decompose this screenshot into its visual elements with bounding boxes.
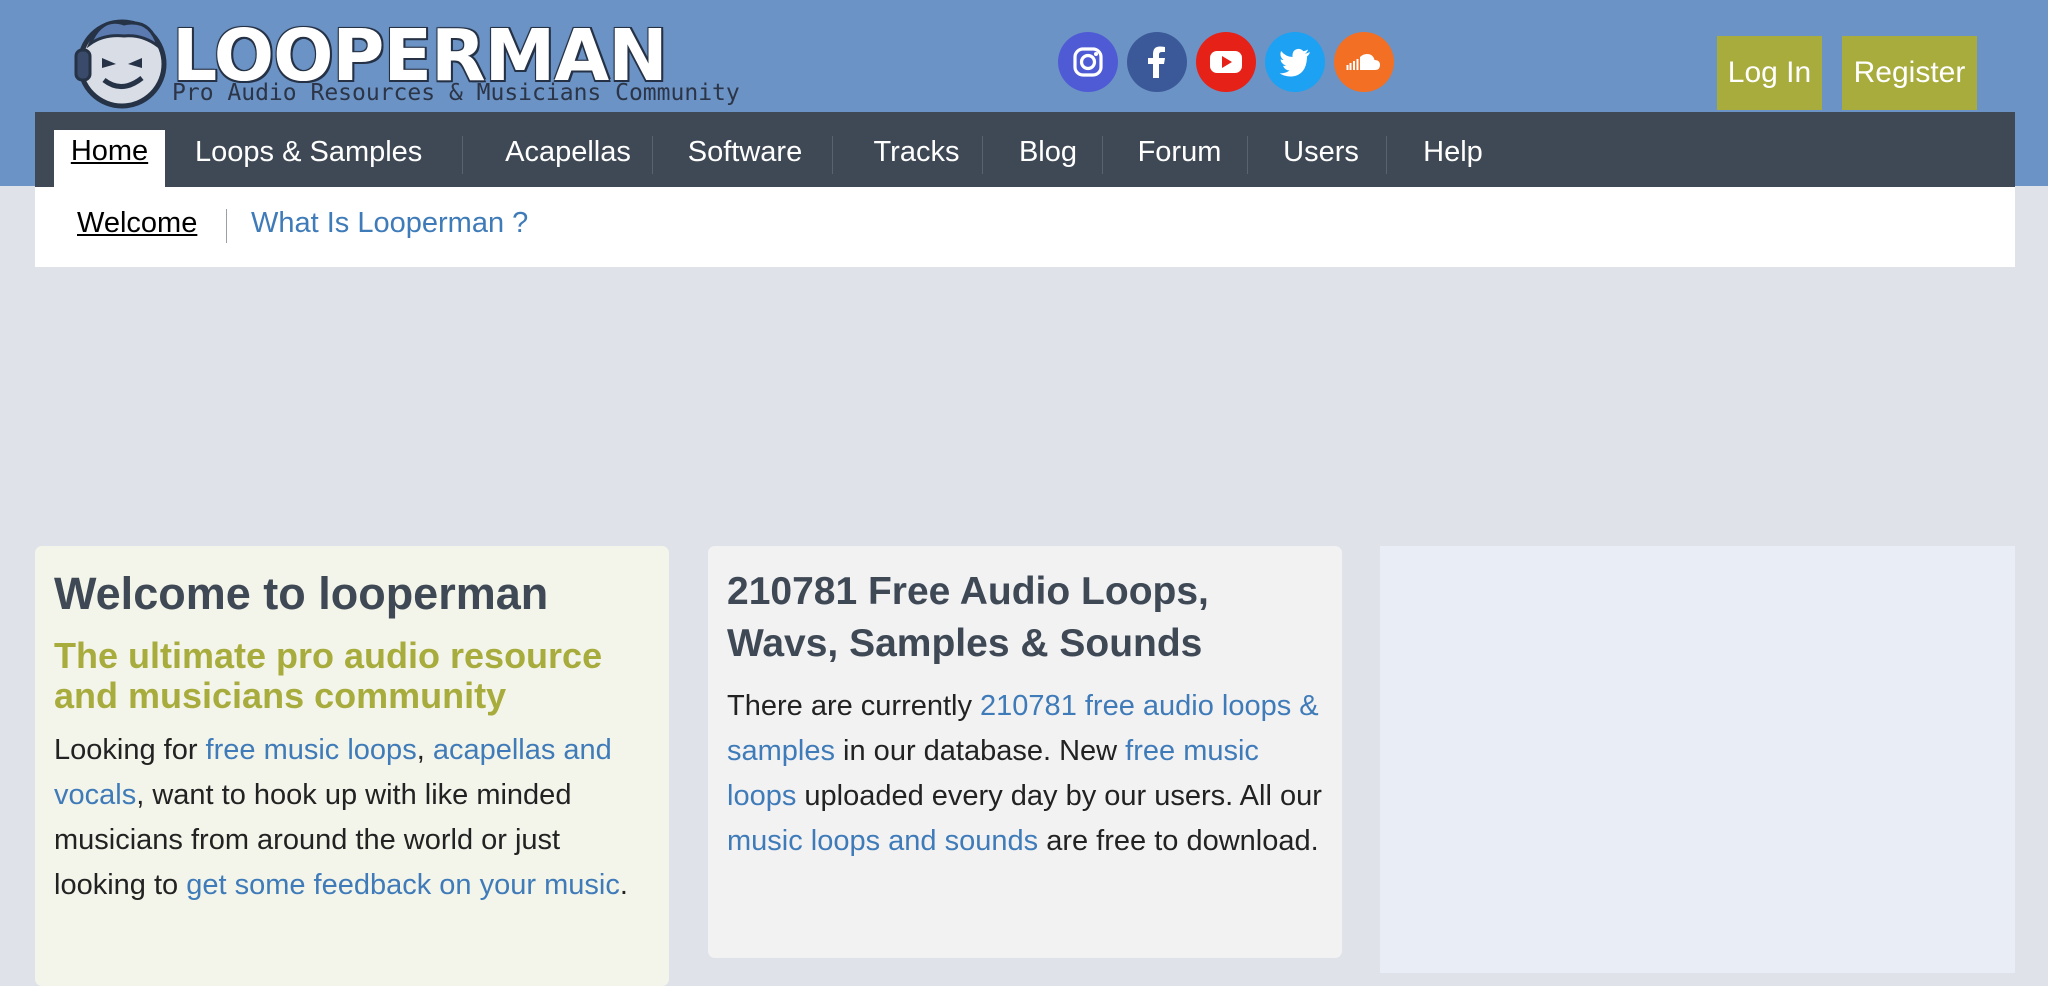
nav-item-software[interactable]: Software [672,112,818,187]
subnav-what-is-looperman[interactable]: What Is Looperman ? [251,207,528,240]
nav-item-tracks[interactable]: Tracks [854,112,979,187]
login-button[interactable]: Log In [1717,36,1822,110]
nav-item-blog[interactable]: Blog [1000,112,1096,187]
social-links [1058,32,1394,92]
register-button[interactable]: Register [1842,36,1977,110]
site-logo[interactable]: LOOPERMAN Pro Audio Resources & Musician… [72,14,752,110]
nav-divider [832,136,833,174]
youtube-icon[interactable] [1196,32,1256,92]
welcome-text-part: Looking for [54,734,206,766]
loops-card-text: There are currently 210781 free audio lo… [727,684,1323,864]
twitter-icon[interactable] [1265,32,1325,92]
loops-text-part: in our database. New [835,735,1126,767]
nav-divider [1247,136,1248,174]
site-header: LOOPERMAN Pro Audio Resources & Musician… [0,0,2048,112]
nav-divider [462,136,463,174]
nav-item-home[interactable]: Home [54,130,165,187]
loops-text-part: uploaded every day by our users. All our [796,780,1322,812]
welcome-title: Welcome to looperman [54,568,549,619]
welcome-card: Welcome to looperman The ultimate pro au… [35,546,669,986]
sub-nav: Welcome What Is Looperman ? [35,187,2015,267]
nav-item-help[interactable]: Help [1405,112,1501,187]
facebook-icon[interactable] [1127,32,1187,92]
main-nav: Home Loops & Samples Acapellas Software … [35,112,2015,187]
nav-divider [982,136,983,174]
loops-text-part: There are currently [727,690,981,722]
ad-space [0,267,2048,546]
welcome-text-part: , [416,734,433,766]
welcome-text-part: . [619,869,628,901]
instagram-icon[interactable] [1058,32,1118,92]
logo-tagline: Pro Audio Resources & Musicians Communit… [172,80,740,106]
welcome-text: Looking for free music loops, acapellas … [54,728,650,908]
nav-item-loops-samples[interactable]: Loops & Samples [195,112,422,187]
music-loops-sounds-link[interactable]: music loops and sounds [727,825,1038,857]
soundcloud-icon[interactable] [1334,32,1394,92]
subnav-welcome[interactable]: Welcome [77,207,197,240]
nav-divider [652,136,653,174]
feedback-link[interactable]: get some feedback on your music [186,869,620,901]
nav-divider [1102,136,1103,174]
loops-text-part: are free to download. [1038,825,1319,857]
loops-card-title: 210781 Free Audio Loops, Wavs, Samples &… [727,570,1209,665]
free-music-loops-link[interactable]: free music loops [206,734,417,766]
mascot-icon [74,19,167,109]
loops-count-card: 210781 Free Audio Loops, Wavs, Samples &… [708,546,1342,958]
subnav-divider [226,209,227,243]
nav-item-forum[interactable]: Forum [1119,112,1240,187]
welcome-subtitle: The ultimate pro audio resource and musi… [54,635,603,716]
nav-divider [1386,136,1387,174]
nav-item-acapellas[interactable]: Acapellas [484,112,652,187]
right-sidebar-panel [1380,546,2015,973]
nav-item-users[interactable]: Users [1267,112,1375,187]
